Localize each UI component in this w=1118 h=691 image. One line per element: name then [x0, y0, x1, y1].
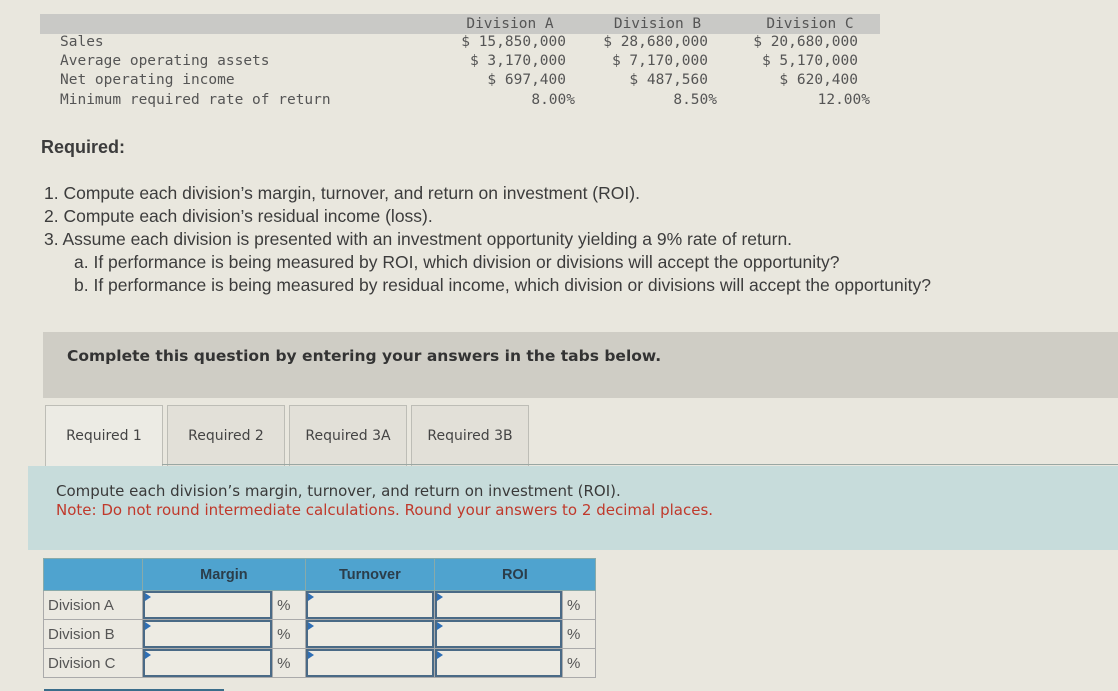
- tab-required-1[interactable]: Required 1: [45, 405, 163, 468]
- instruction-text: Complete this question by entering your …: [67, 347, 662, 365]
- percent-sign: %: [562, 619, 596, 649]
- tab-required-3a[interactable]: Required 3A: [289, 405, 407, 466]
- data-row-assets: Average operating assets $ 3,170,000 $ 7…: [40, 52, 880, 71]
- value-division-c: $ 20,680,000: [753, 34, 858, 50]
- roi-input-division-c[interactable]: [434, 649, 563, 677]
- header-blank: [43, 558, 143, 591]
- percent-sign: %: [272, 648, 307, 678]
- input-flag-icon: [144, 622, 151, 630]
- value-division-b: 8.50%: [673, 92, 717, 108]
- row-label: Sales: [60, 34, 104, 50]
- value-division-b: $ 487,560: [629, 72, 708, 88]
- margin-input-division-b[interactable]: [142, 620, 273, 648]
- value-division-a: $ 3,170,000: [469, 53, 566, 69]
- value-division-c: $ 5,170,000: [761, 53, 858, 69]
- input-flag-icon: [144, 651, 151, 659]
- data-row-min-return: Minimum required rate of return 8.00% 8.…: [40, 91, 880, 110]
- tab-required-3b[interactable]: Required 3B: [411, 405, 529, 466]
- value-division-b: $ 7,170,000: [611, 53, 708, 69]
- value-division-a: 8.00%: [531, 92, 575, 108]
- note-text: Note: Do not round intermediate calculat…: [56, 501, 714, 519]
- input-flag-icon: [308, 651, 315, 659]
- prompt-text: Compute each division’s margin, turnover…: [56, 482, 621, 500]
- tab-required-2[interactable]: Required 2: [167, 405, 285, 466]
- roi-input-division-b[interactable]: [434, 620, 563, 648]
- tab-content-prompt: Compute each division’s margin, turnover…: [28, 466, 1118, 550]
- table-row: Division B % %: [43, 619, 596, 649]
- turnover-input-division-b[interactable]: [306, 620, 434, 648]
- header-division-a: Division A: [466, 16, 554, 32]
- table-row: Division C % %: [43, 648, 596, 678]
- value-division-c: 12.00%: [817, 92, 870, 108]
- value-division-a: $ 15,850,000: [461, 34, 566, 50]
- requirement-subitem: a. If performance is being measured by R…: [74, 252, 840, 272]
- value-division-a: $ 697,400: [487, 72, 566, 88]
- turnover-input-division-a[interactable]: [306, 591, 434, 619]
- header-turnover: Turnover: [305, 558, 435, 591]
- input-flag-icon: [144, 593, 151, 601]
- input-flag-icon: [436, 622, 443, 630]
- data-row-noi: Net operating income $ 697,400 $ 487,560…: [40, 71, 880, 90]
- row-label-division-c: Division C: [43, 648, 143, 678]
- row-label: Minimum required rate of return: [60, 92, 331, 108]
- header-division-b: Division B: [613, 16, 702, 32]
- row-label: Net operating income: [60, 72, 235, 88]
- value-division-b: $ 28,680,000: [603, 34, 708, 50]
- turnover-input-division-c[interactable]: [306, 649, 434, 677]
- table-row: Division A % %: [43, 590, 596, 620]
- requirement-subitem: b. If performance is being measured by r…: [74, 275, 931, 295]
- requirement-item: 3. Assume each division is presented wit…: [44, 229, 793, 249]
- instruction-banner: Complete this question by entering your …: [43, 332, 1118, 398]
- header-division-c: Division C: [766, 16, 854, 32]
- percent-sign: %: [562, 648, 596, 678]
- row-label: Average operating assets: [60, 53, 270, 69]
- required-heading: Required:: [41, 137, 126, 157]
- row-label-division-b: Division B: [43, 619, 143, 649]
- margin-input-division-a[interactable]: [142, 591, 273, 619]
- requirement-item: 2. Compute each division’s residual inco…: [44, 206, 433, 226]
- requirements-list: 1. Compute each division’s margin, turno…: [44, 182, 931, 297]
- input-flag-icon: [436, 593, 443, 601]
- row-label-division-a: Division A: [43, 590, 143, 620]
- value-division-c: $ 620,400: [779, 72, 858, 88]
- input-flag-icon: [308, 593, 315, 601]
- input-flag-icon: [308, 622, 315, 630]
- answer-table: Margin Turnover ROI Division A % % Divis…: [43, 558, 597, 678]
- input-flag-icon: [436, 651, 443, 659]
- answer-table-header: Margin Turnover ROI: [43, 558, 597, 591]
- data-row-sales: Sales $ 15,850,000 $ 28,680,000 $ 20,680…: [40, 33, 880, 52]
- percent-sign: %: [272, 590, 307, 620]
- percent-sign: %: [272, 619, 307, 649]
- roi-input-division-a[interactable]: [434, 591, 563, 619]
- header-roi: ROI: [433, 558, 597, 591]
- percent-sign: %: [562, 590, 596, 620]
- margin-input-division-c[interactable]: [142, 649, 273, 677]
- header-margin: Margin: [141, 558, 307, 591]
- requirement-item: 1. Compute each division’s margin, turno…: [44, 183, 640, 203]
- tab-underline: [162, 464, 1118, 465]
